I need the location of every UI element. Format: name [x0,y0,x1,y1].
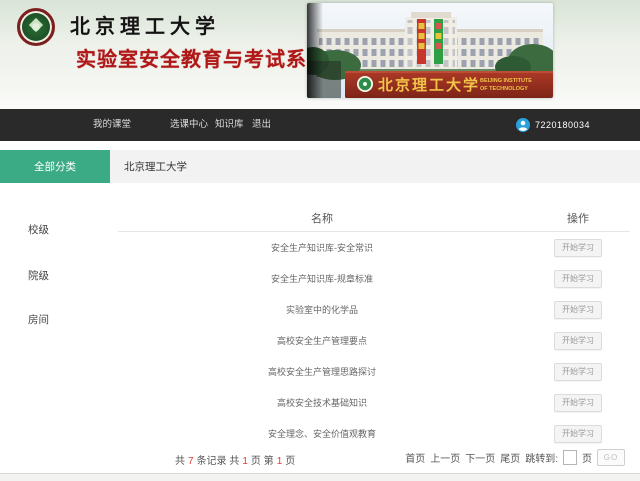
sidebar-item-college-level[interactable]: 院级 [28,268,49,283]
start-learning-button[interactable]: 开始学习 [554,363,602,381]
course-name: 实验室中的化学品 [118,303,526,316]
course-name: 安全生产知识库-规章标准 [118,272,526,285]
table-row: 安全生产知识库-规章标准 开始学习 [118,263,630,294]
table-row: 实验室中的化学品 开始学习 [118,294,630,325]
start-learning-button[interactable]: 开始学习 [554,332,602,350]
user-info[interactable]: 7220180034 [516,109,590,141]
table-row: 高校安全技术基础知识 开始学习 [118,387,630,418]
start-learning-button[interactable]: 开始学习 [554,239,602,257]
table-row: 高校安全生产管理思路探讨 开始学习 [118,356,630,387]
course-name: 高校安全技术基础知识 [118,396,526,409]
course-name: 高校安全生产管理要点 [118,334,526,347]
jump-page-input[interactable] [563,450,577,465]
course-name: 安全理念、安全价值观教育 [118,427,526,440]
first-page-link[interactable]: 首页 [405,450,425,465]
summary-text: 页 [285,456,295,467]
tab-all-categories[interactable]: 全部分类 [0,150,110,183]
start-learning-button[interactable]: 开始学习 [554,394,602,412]
nav-logout[interactable]: 退出 [252,109,271,141]
course-name: 高校安全生产管理思路探讨 [118,365,526,378]
sign-text-en2: OF TECHNOLOGY [480,86,528,92]
sidebar-item-school-level[interactable]: 校级 [28,222,49,237]
nav-course-center[interactable]: 选课中心 [170,109,208,141]
last-page-link[interactable]: 尾页 [500,450,520,465]
tab-bar: 全部分类 北京理工大学 [0,150,640,183]
pager: 首页 上一页 下一页 尾页 跳转到: 页 GO [405,449,625,466]
summary-text: 共 [175,456,185,467]
sign-text-en1: BEIJING INSTITUTE [480,78,532,84]
page-unit-label: 页 [582,450,592,465]
header: 北京理工大学 实验室安全教育与考试系统 [0,0,640,109]
summary-text: 条记录 共 [197,456,240,467]
current-page: 1 [277,456,283,467]
table-row: 安全理念、安全价值观教育 开始学习 [118,418,630,449]
start-learning-button[interactable]: 开始学习 [554,425,602,443]
campus-photo-graphic: 北京理工大学 BEIJING INSTITUTE OF TECHNOLOGY [307,3,553,98]
nav-my-classes[interactable]: 我的课堂 [93,109,131,141]
column-header-name: 名称 [118,210,526,226]
total-records: 7 [188,456,194,467]
nav-knowledge-base[interactable]: 知识库 [215,109,244,141]
course-table: 名称 操作 安全生产知识库-安全常识 开始学习 安全生产知识库-规章标准 开始学… [118,205,630,449]
summary-text: 页 第 [251,456,274,467]
prev-page-link[interactable]: 上一页 [430,450,460,465]
system-title: 实验室安全教育与考试系统 [76,43,328,72]
page: 北京理工大学 实验室安全教育与考试系统 [0,0,640,480]
course-name: 安全生产知识库-安全常识 [118,241,526,254]
total-pages: 1 [242,456,248,467]
start-learning-button[interactable]: 开始学习 [554,301,602,319]
column-header-action: 操作 [526,210,630,226]
user-id: 7220180034 [535,120,590,130]
university-name: 北京理工大学 [70,10,220,39]
start-learning-button[interactable]: 开始学习 [554,270,602,288]
sidebar-item-room[interactable]: 房间 [28,312,49,327]
sign-text-cn: 北京理工大学 [378,76,480,94]
bit-logo-icon [17,8,55,46]
go-button[interactable]: GO [597,449,625,466]
table-header: 名称 操作 [118,205,630,232]
next-page-link[interactable]: 下一页 [465,450,495,465]
user-icon [516,118,530,132]
pagination-summary: 共7条记录 共1页 第1页 [175,452,295,467]
campus-photo: 北京理工大学 BEIJING INSTITUTE OF TECHNOLOGY [307,3,553,98]
tab-university[interactable]: 北京理工大学 [124,150,187,183]
navbar: 我的课堂 选课中心 知识库 退出 7220180034 [0,109,640,141]
jump-label: 跳转到: [525,450,558,465]
table-row: 高校安全生产管理要点 开始学习 [118,325,630,356]
table-row: 安全生产知识库-安全常识 开始学习 [118,232,630,263]
